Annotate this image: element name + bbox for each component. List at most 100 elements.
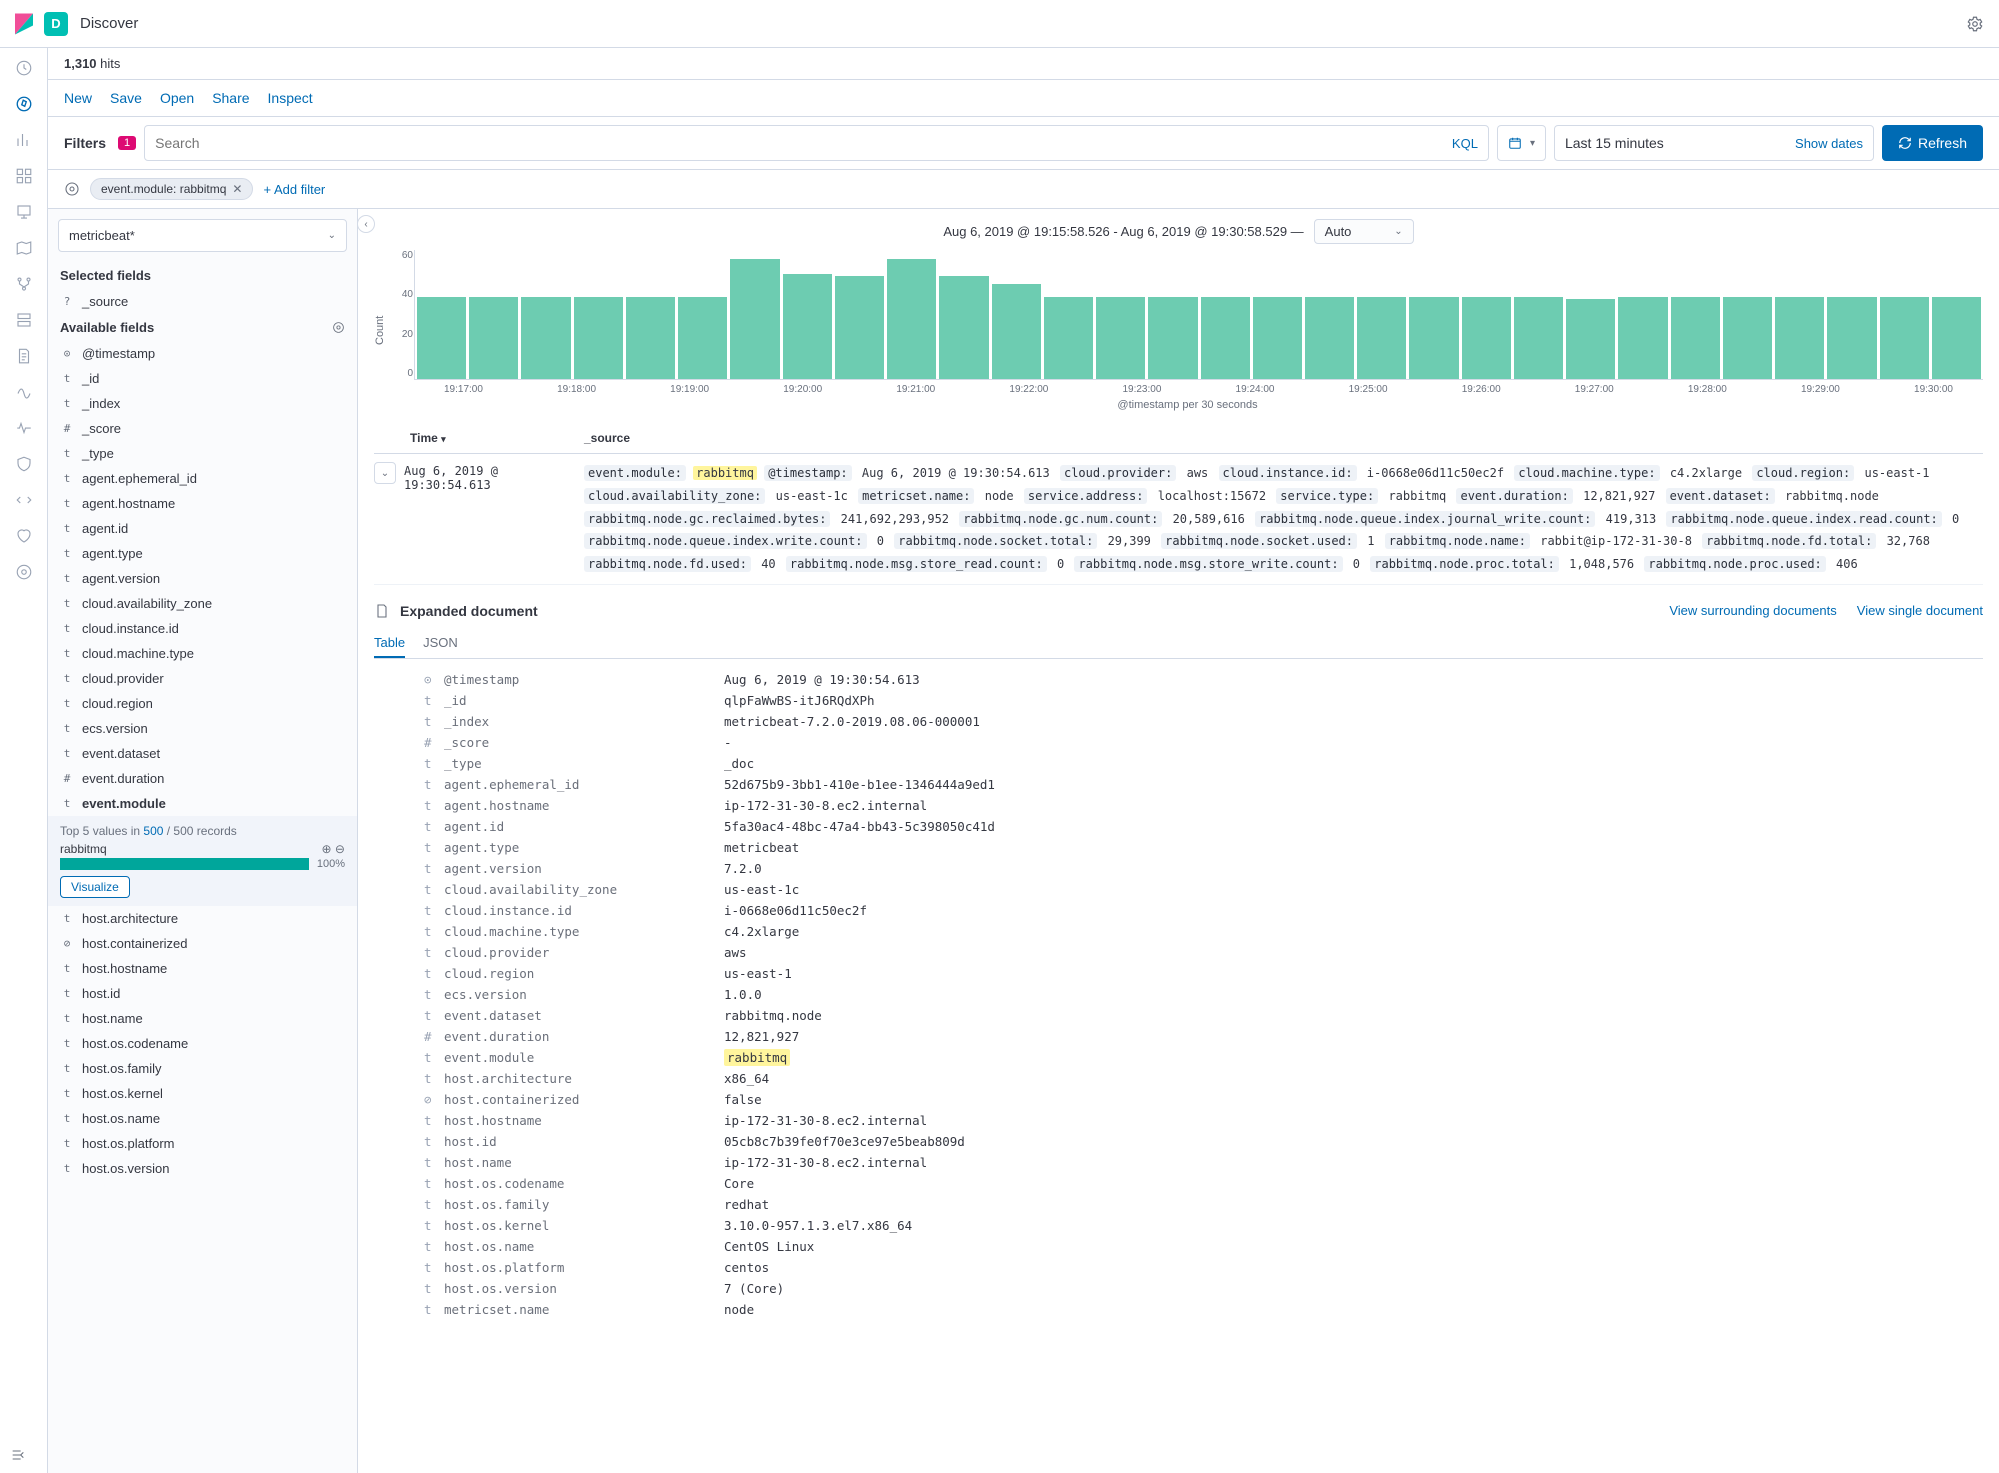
chart-range: Aug 6, 2019 @ 19:15:58.526 - Aug 6, 2019…: [374, 219, 1983, 244]
nav-dev-icon[interactable]: [12, 488, 36, 512]
action-open[interactable]: Open: [160, 90, 194, 106]
field-item[interactable]: tcloud.machine.type: [48, 641, 357, 666]
view-single-link[interactable]: View single document: [1857, 603, 1983, 618]
kql-toggle[interactable]: KQL: [1452, 136, 1478, 151]
action-share[interactable]: Share: [212, 90, 249, 106]
hits-label: hits: [100, 56, 120, 71]
detail-row: #_score-: [374, 732, 1983, 753]
nav-canvas-icon[interactable]: [12, 200, 36, 224]
show-dates-link[interactable]: Show dates: [1735, 136, 1863, 151]
detail-row: tagent.version7.2.0: [374, 858, 1983, 879]
field-item[interactable]: tevent.dataset: [48, 741, 357, 766]
search-input[interactable]: [155, 135, 1444, 151]
field-item[interactable]: ⊙@timestamp: [48, 341, 357, 366]
chart-bar: [1514, 297, 1563, 379]
field-item[interactable]: tecs.version: [48, 716, 357, 741]
field-item[interactable]: tagent.version: [48, 566, 357, 591]
action-save[interactable]: Save: [110, 90, 142, 106]
field-item[interactable]: thost.id: [48, 981, 357, 1006]
filter-pill-row: event.module: rabbitmq ✕ + Add filter: [48, 170, 1999, 209]
expand-nav-icon[interactable]: [10, 1447, 26, 1463]
detail-row: thost.os.kernel3.10.0-957.1.3.el7.x86_64: [374, 1215, 1983, 1236]
action-new[interactable]: New: [64, 90, 92, 106]
nav-siem-icon[interactable]: [12, 452, 36, 476]
nav-visualize-icon[interactable]: [12, 128, 36, 152]
field-item[interactable]: tagent.hostname: [48, 491, 357, 516]
settings-icon[interactable]: [1963, 12, 1987, 36]
field-item[interactable]: thost.os.kernel: [48, 1081, 357, 1106]
detail-row: tecs.version1.0.0: [374, 984, 1983, 1005]
field-item[interactable]: tcloud.availability_zone: [48, 591, 357, 616]
tab-table[interactable]: Table: [374, 629, 405, 658]
tab-json[interactable]: JSON: [423, 629, 458, 658]
hits-count: 1,310: [64, 56, 97, 71]
action-inspect[interactable]: Inspect: [268, 90, 313, 106]
field-item[interactable]: t_index: [48, 391, 357, 416]
field-item[interactable]: #event.duration: [48, 766, 357, 791]
field-item[interactable]: t_id: [48, 366, 357, 391]
field-item[interactable]: tagent.ephemeral_id: [48, 466, 357, 491]
detail-row: t_indexmetricbeat-7.2.0-2019.08.06-00000…: [374, 711, 1983, 732]
expanded-doc-header: Expanded document View surrounding docum…: [374, 603, 1983, 619]
close-icon[interactable]: ✕: [232, 182, 242, 196]
filter-pill[interactable]: event.module: rabbitmq ✕: [90, 178, 253, 200]
field-item[interactable]: t_type: [48, 441, 357, 466]
chevron-down-icon: ▾: [1530, 138, 1535, 149]
visualize-button[interactable]: Visualize: [60, 876, 130, 898]
detail-row: tcloud.provideraws: [374, 942, 1983, 963]
field-item[interactable]: thost.architecture: [48, 906, 357, 931]
gear-icon[interactable]: [332, 321, 345, 334]
detail-table: ⊙@timestampAug 6, 2019 @ 19:30:54.613t_i…: [374, 669, 1983, 1320]
nav-apm-icon[interactable]: [12, 380, 36, 404]
nav-logs-icon[interactable]: [12, 344, 36, 368]
field-item[interactable]: thost.hostname: [48, 956, 357, 981]
chart-bar: [1253, 297, 1302, 379]
nav-management-icon[interactable]: [12, 560, 36, 584]
refresh-button[interactable]: Refresh: [1882, 125, 1983, 161]
interval-select[interactable]: Auto ⌄: [1314, 219, 1414, 244]
column-time[interactable]: Time ▾: [374, 431, 584, 445]
field-item[interactable]: tcloud.instance.id: [48, 616, 357, 641]
nav-discover-icon[interactable]: [12, 92, 36, 116]
topbar: D Discover: [0, 0, 1999, 48]
nav-recent-icon[interactable]: [12, 56, 36, 80]
detail-row: thost.hostnameip-172-31-30-8.ec2.interna…: [374, 1110, 1983, 1131]
field-item[interactable]: thost.name: [48, 1006, 357, 1031]
filter-pill-label: event.module: rabbitmq: [101, 182, 226, 196]
navrail: [0, 48, 48, 1473]
nav-ml-icon[interactable]: [12, 272, 36, 296]
field-item[interactable]: tagent.id: [48, 516, 357, 541]
field-item[interactable]: thost.os.platform: [48, 1131, 357, 1156]
sidebar: metricbeat* ⌄ Selected fields ?_source A…: [48, 209, 358, 1473]
chart-bar: [887, 259, 936, 379]
field-item[interactable]: tagent.type: [48, 541, 357, 566]
index-pattern-select[interactable]: metricbeat* ⌄: [58, 219, 347, 252]
field-item[interactable]: thost.os.codename: [48, 1031, 357, 1056]
date-picker[interactable]: ▾: [1497, 125, 1546, 161]
detail-row: thost.os.codenameCore: [374, 1173, 1983, 1194]
search-box[interactable]: KQL: [144, 125, 1489, 161]
field-item[interactable]: thost.os.version: [48, 1156, 357, 1181]
field-item[interactable]: tevent.module: [48, 791, 357, 816]
date-range[interactable]: Last 15 minutes Show dates: [1554, 125, 1874, 161]
field-item[interactable]: ?_source: [48, 289, 357, 314]
nav-uptime-icon[interactable]: [12, 416, 36, 440]
view-surrounding-link[interactable]: View surrounding documents: [1669, 603, 1836, 618]
expand-toggle-icon[interactable]: ⌄: [374, 462, 396, 484]
field-item[interactable]: tcloud.provider: [48, 666, 357, 691]
field-item[interactable]: ⊘host.containerized: [48, 931, 357, 956]
field-item[interactable]: #_score: [48, 416, 357, 441]
chart-bar: [626, 297, 675, 379]
nav-infra-icon[interactable]: [12, 308, 36, 332]
field-item[interactable]: thost.os.family: [48, 1056, 357, 1081]
filter-options-icon[interactable]: [64, 181, 80, 197]
field-item[interactable]: thost.os.name: [48, 1106, 357, 1131]
hits-bar: 1,310 hits: [48, 48, 1999, 80]
field-item[interactable]: tcloud.region: [48, 691, 357, 716]
nav-dashboard-icon[interactable]: [12, 164, 36, 188]
nav-monitoring-icon[interactable]: [12, 524, 36, 548]
add-filter-link[interactable]: + Add filter: [263, 182, 325, 197]
date-range-label: Last 15 minutes: [1565, 135, 1664, 151]
collapse-sidebar-icon[interactable]: ‹: [358, 215, 375, 233]
nav-maps-icon[interactable]: [12, 236, 36, 260]
